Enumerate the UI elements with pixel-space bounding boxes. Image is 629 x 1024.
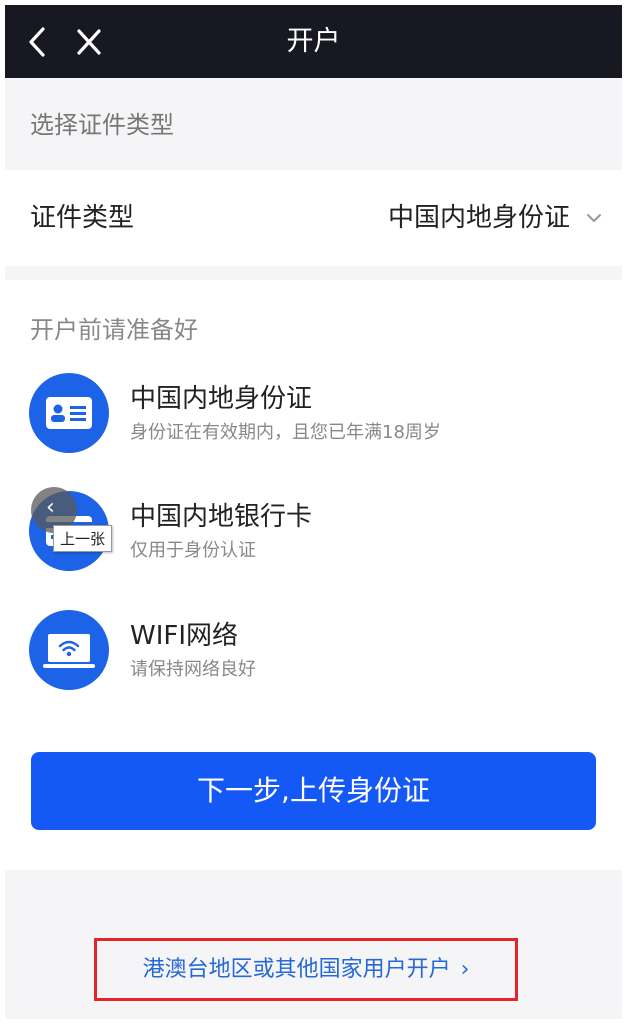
item-description: 仅用于身份认证 [130,540,256,561]
page-title: 开户 [286,26,341,57]
chevron-right-icon: › [460,957,470,982]
chevron-down-icon[interactable] [584,208,604,228]
list-item: WIFI网络 请保持网络良好 [5,605,622,695]
id-type-label: 证件类型 [30,203,135,233]
previous-tooltip: 上一张 [53,525,113,552]
top-bar: 开户 [5,5,622,78]
item-title: 中国内地身份证 [130,384,313,414]
item-description: 请保持网络良好 [130,659,256,680]
item-description: 身份证在有效期内，且您已年满18周岁 [130,422,441,443]
previous-image-control[interactable]: ‹ 上一张 [31,487,113,557]
item-title: 中国内地银行卡 [130,502,313,532]
item-title: WIFI网络 [130,621,238,651]
id-type-selector[interactable]: 证件类型 中国内地身份证 [5,170,622,266]
app-frame: 开户 选择证件类型 证件类型 中国内地身份证 开户前请准备好 中国内地身份证 身… [5,5,622,1019]
other-region-label[interactable]: 港澳台地区或其他国家用户开户 [143,957,451,982]
id-type-value[interactable]: 中国内地身份证 [388,170,570,266]
other-region-account-link[interactable]: 港澳台地区或其他国家用户开户 › [94,938,518,1001]
id-section-heading: 选择证件类型 [30,111,174,139]
prepare-heading: 开户前请准备好 [30,316,198,344]
list-item: 中国内地身份证 身份证在有效期内，且您已年满18周岁 [5,368,622,458]
wifi-laptop-icon [29,610,109,690]
id-card-icon [29,373,109,453]
next-upload-id-button[interactable]: 下一步,上传身份证 [31,752,596,830]
